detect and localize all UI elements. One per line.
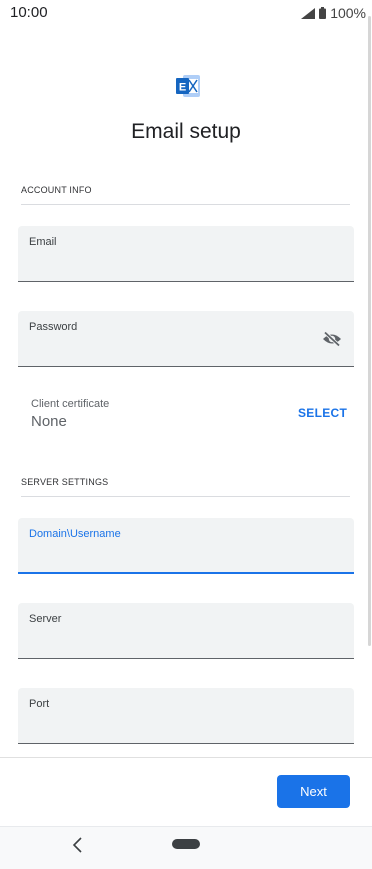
next-button[interactable]: Next (277, 775, 350, 808)
svg-text:E: E (179, 82, 186, 94)
eye-off-icon[interactable] (322, 331, 342, 347)
email-label: Email (29, 236, 57, 248)
exchange-logo-icon: E (176, 75, 200, 97)
scrollbar[interactable] (368, 16, 371, 646)
battery-icon (319, 7, 327, 19)
section-header-account-info: ACCOUNT INFO (21, 185, 350, 205)
port-label: Port (29, 698, 50, 710)
footer-divider (0, 757, 372, 758)
client-certificate-label: Client certificate (31, 398, 110, 410)
select-certificate-button[interactable]: SELECT (298, 406, 347, 420)
signal-icon (301, 7, 316, 19)
email-field[interactable]: Email (18, 226, 354, 282)
domain-username-field[interactable]: Domain\Username (18, 518, 354, 574)
battery-percent: 100% (330, 5, 366, 21)
server-field[interactable]: Server (18, 603, 354, 659)
password-field[interactable]: Password (18, 311, 354, 367)
password-label: Password (29, 321, 78, 333)
back-icon[interactable] (71, 836, 85, 854)
status-time: 10:00 (10, 4, 48, 21)
home-pill[interactable] (172, 839, 200, 849)
domain-username-label: Domain\Username (29, 528, 121, 540)
server-label: Server (29, 613, 62, 625)
section-header-server-settings: SERVER SETTINGS (21, 477, 350, 497)
page-title: Email setup (131, 120, 241, 143)
port-field[interactable]: Port (18, 688, 354, 744)
status-icons: 100% (301, 5, 366, 21)
client-certificate-value: None (31, 413, 67, 430)
